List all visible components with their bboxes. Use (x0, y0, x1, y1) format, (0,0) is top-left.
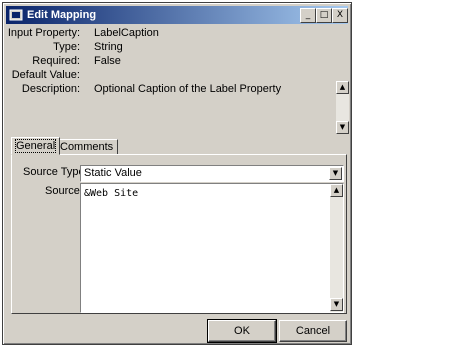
edit-mapping-dialog: Edit Mapping _ □ X Input Property: Label… (2, 2, 352, 345)
maximize-button[interactable]: □ (316, 8, 332, 23)
source-label: Source (45, 185, 80, 197)
source-text: &Web Site (84, 188, 139, 199)
chevron-down-icon[interactable]: ▼ (329, 167, 342, 180)
property-label: Description: (21, 83, 80, 95)
property-row: Required: False (6, 55, 336, 68)
app-icon (9, 9, 23, 21)
source-type-label: Source Type (23, 166, 85, 178)
tab-comments[interactable]: Comments (55, 139, 119, 155)
property-row: Description: Optional Caption of the Lab… (6, 83, 336, 96)
window-title: Edit Mapping (27, 9, 97, 21)
ok-button[interactable]: OK (207, 319, 277, 343)
property-value: String (94, 41, 123, 53)
scroll-down-icon[interactable]: ▼ (336, 121, 349, 134)
source-type-select[interactable]: Static Value ▼ (80, 165, 344, 182)
title-bar[interactable]: Edit Mapping _ □ X (6, 6, 348, 24)
property-label: Default Value: (11, 69, 80, 81)
property-value: LabelCaption (94, 27, 159, 39)
minimize-button[interactable]: _ (300, 8, 316, 23)
property-row: Default Value: (6, 69, 336, 82)
scroll-up-icon[interactable]: ▲ (336, 81, 349, 94)
source-scrollbar[interactable]: ▲ ▼ (330, 184, 343, 312)
property-info: Input Property: LabelCaption Type: Strin… (6, 27, 336, 135)
property-row: Input Property: LabelCaption (6, 27, 336, 40)
source-textarea[interactable]: &Web Site ▲ ▼ (80, 183, 344, 313)
description-scrollbar[interactable]: ▲ ▼ (336, 81, 349, 134)
source-type-value: Static Value (84, 167, 142, 179)
property-value: False (94, 55, 121, 67)
tab-general[interactable]: General (11, 137, 61, 155)
property-label: Input Property: (7, 27, 80, 39)
property-value: Optional Caption of the Label Property (94, 83, 282, 95)
scroll-down-icon[interactable]: ▼ (330, 298, 343, 311)
property-row: Type: String (6, 41, 336, 54)
cancel-button[interactable]: Cancel (279, 320, 347, 342)
property-label: Type: (53, 41, 80, 53)
scroll-up-icon[interactable]: ▲ (330, 184, 343, 197)
property-label: Required: (32, 55, 80, 67)
close-button[interactable]: X (332, 8, 348, 23)
